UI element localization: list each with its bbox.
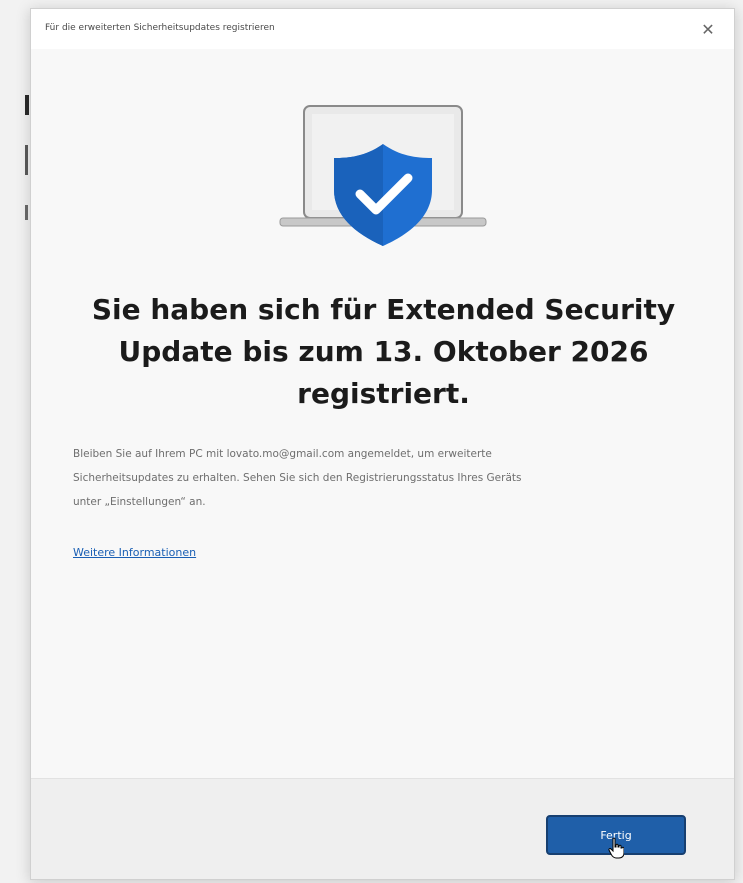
dialog-content: Sie haben sich für Extended Security Upd…: [31, 49, 734, 779]
background-window-edge: [25, 205, 28, 220]
dialog-footer: Fertig: [31, 778, 734, 879]
info-text: Bleiben Sie auf Ihrem PC mit lovato.mo@g…: [73, 442, 673, 514]
dialog-titlebar: Für die erweiterten Sicherheitsupdates r…: [31, 9, 734, 49]
background-window-edge: [25, 145, 28, 175]
close-button[interactable]: ✕: [696, 17, 720, 41]
close-icon: ✕: [701, 19, 715, 39]
background-window-edge: [25, 95, 29, 115]
more-info-link[interactable]: Weitere Informationen: [73, 546, 196, 559]
info-text-line: unter „Einstellungen“ an.: [73, 496, 206, 508]
dialog-title: Für die erweiterten Sicherheitsupdates r…: [45, 23, 275, 33]
success-heading: Sie haben sich für Extended Security Upd…: [91, 293, 676, 410]
info-text-line: Bleiben Sie auf Ihrem PC mit lovato.mo@g…: [73, 448, 492, 460]
esu-registration-dialog: Für die erweiterten Sicherheitsupdates r…: [30, 8, 735, 880]
laptop-shield-check-icon: [278, 104, 488, 249]
hand-cursor-icon: [608, 837, 624, 859]
info-text-line: Sicherheitsupdates zu erhalten. Sehen Si…: [73, 472, 522, 484]
